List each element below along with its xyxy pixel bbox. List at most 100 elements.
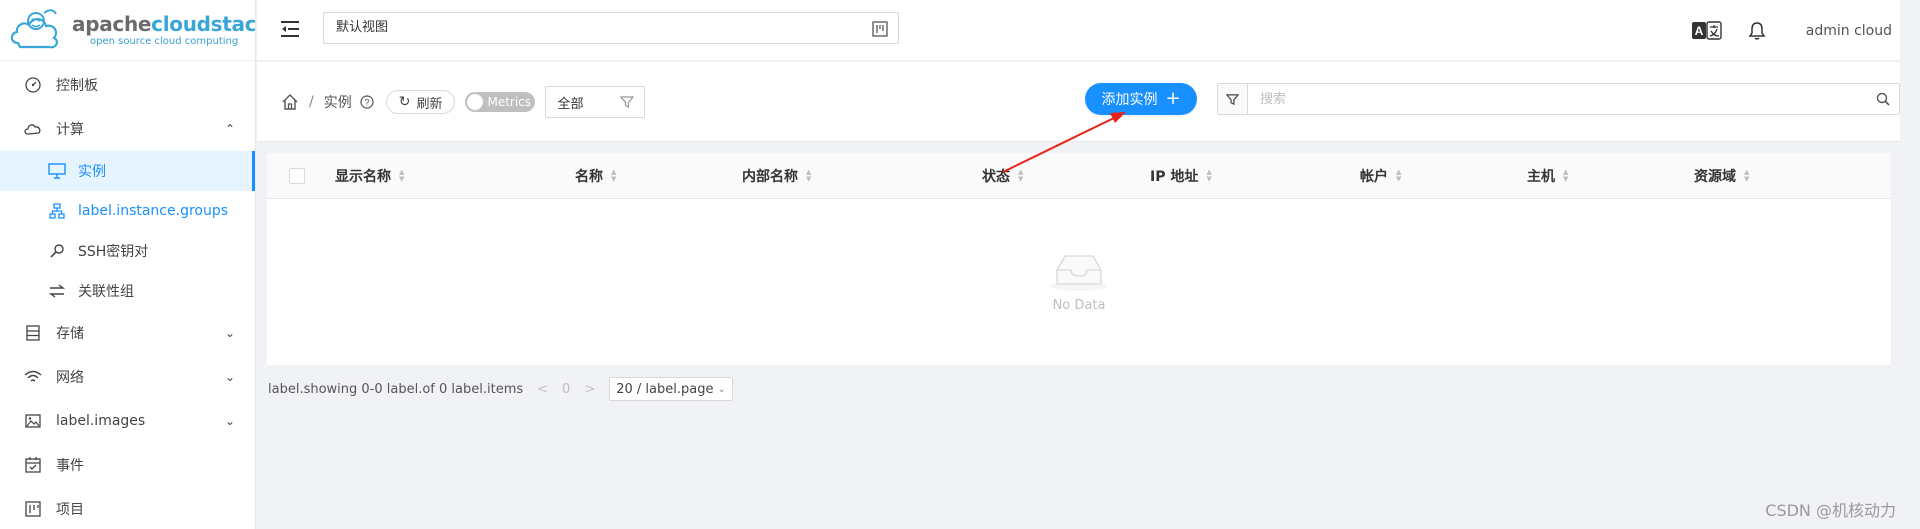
sidebar-item-compute[interactable]: 计算 ⌃ [0, 107, 255, 151]
sidebar-item-label: 实例 [78, 164, 106, 180]
chevron-down-icon: ⌄ [717, 383, 726, 395]
sidebar-item-ssh-keypairs[interactable]: SSH密钥对 [0, 231, 255, 271]
top-header: 默认视图 A admin cloud [257, 0, 1900, 61]
page-size-value: 20 / label.page [616, 381, 714, 397]
sidebar-item-label: 项目 [56, 502, 84, 518]
search-button[interactable] [1867, 84, 1899, 114]
search-icon [1876, 92, 1890, 106]
sidebar-item-images[interactable]: label.images ⌄ [0, 399, 255, 443]
sidebar-item-label: 关联性组 [78, 284, 134, 300]
filter-icon [620, 96, 635, 108]
search-input[interactable] [1248, 84, 1867, 114]
filter-icon [1226, 93, 1239, 105]
column-header-ip-address[interactable]: IP 地址 ▲ ▼ [1150, 153, 1212, 199]
sort-icon: ▲ ▼ [399, 168, 405, 183]
sidebar: apachecloudstack open source cloud compu… [0, 0, 256, 529]
empty-inbox-icon [1051, 254, 1107, 291]
sidebar-item-instances[interactable]: 实例 [0, 151, 255, 191]
sidebar-item-label: 事件 [56, 458, 84, 474]
column-header-state[interactable]: 状态 ▲ ▼ [982, 153, 1023, 199]
breadcrumb: / 实例 ? ↻ 刷新 Metrics 全部 [281, 86, 646, 118]
page-size-select[interactable]: 20 / label.page ⌄ [609, 377, 733, 401]
instances-table: 显示名称 ▲ ▼ 名称 ▲ ▼ 内部名称 ▲ ▼ 状态 ▲ ▼ IP 地址 ▲ ▼ 帐户 ▲ ▼ 主机 ▲… [267, 153, 1891, 365]
select-all-checkbox[interactable] [289, 168, 305, 184]
refresh-button[interactable]: ↻ 刷新 [385, 90, 456, 114]
sidebar-item-label: 控制板 [56, 78, 98, 94]
svg-text:?: ? [364, 98, 369, 108]
column-header-name[interactable]: 名称 ▲ ▼ [575, 153, 616, 199]
table-header: 显示名称 ▲ ▼ 名称 ▲ ▼ 内部名称 ▲ ▼ 状态 ▲ ▼ IP 地址 ▲ ▼ 帐户 ▲ ▼ 主机 ▲… [267, 153, 1891, 199]
sidebar-item-label: label.instance.groups [78, 203, 229, 219]
schedule-icon [24, 456, 42, 474]
bell-icon[interactable] [1748, 21, 1766, 41]
metrics-toggle[interactable]: Metrics [465, 92, 536, 112]
brand-name: apachecloudstack [72, 11, 256, 36]
column-header-host[interactable]: 主机 ▲ ▼ [1527, 153, 1568, 199]
sidebar-item-projects[interactable]: 项目 [0, 487, 255, 529]
current-page[interactable]: 0 [562, 382, 570, 397]
column-label: IP 地址 [1150, 169, 1199, 185]
user-menu[interactable]: admin cloud [1806, 23, 1892, 39]
menu-fold-icon[interactable] [279, 18, 301, 40]
sidebar-item-network[interactable]: 网络 ⌄ [0, 355, 255, 399]
sidebar-item-label: label.images [56, 413, 146, 429]
view-select[interactable]: 默认视图 [323, 12, 899, 44]
cluster-icon [48, 202, 66, 220]
sidebar-item-dashboard[interactable]: 控制板 [0, 63, 255, 107]
cloudstack-monkey-logo-icon [10, 9, 58, 49]
translate-icon[interactable]: A [1691, 20, 1722, 41]
swap-icon [48, 282, 66, 300]
sort-icon: ▲ ▼ [1396, 168, 1402, 183]
plus-icon: + [1165, 88, 1181, 109]
chevron-down-icon: ⌄ [224, 370, 235, 384]
column-label: 主机 [1527, 169, 1555, 185]
svg-text:A: A [1694, 24, 1703, 38]
pagination-summary: label.showing 0-0 label.of 0 label.items [268, 381, 524, 397]
chevron-down-icon: ⌄ [224, 414, 235, 428]
key-icon [48, 242, 66, 260]
sidebar-menu: 控制板 计算 ⌃ 实例 label.instance.groups SSH密钥对… [0, 61, 255, 529]
prev-page-icon[interactable]: < [537, 382, 548, 397]
sidebar-item-label: 存储 [56, 326, 84, 342]
brand-logo[interactable]: apachecloudstack open source cloud compu… [0, 0, 255, 61]
empty-text: No Data [1052, 297, 1106, 313]
sidebar-item-storage[interactable]: 存储 ⌄ [0, 311, 255, 355]
pagination: label.showing 0-0 label.of 0 label.items… [268, 377, 733, 401]
sort-icon: ▲ ▼ [1744, 168, 1750, 183]
sort-icon: ▲ ▼ [1563, 168, 1569, 183]
search-filter-button[interactable] [1218, 84, 1248, 114]
add-instance-label: 添加实例 [1101, 92, 1158, 108]
reload-icon: ↻ [398, 94, 411, 110]
sort-icon: ▲ ▼ [1018, 168, 1024, 183]
question-circle-icon[interactable]: ? [360, 95, 374, 109]
wifi-icon [24, 368, 42, 386]
filter-select-value: 全部 [557, 96, 584, 112]
dashboard-icon [24, 76, 42, 94]
view-select-value: 默认视图 [336, 20, 389, 35]
refresh-label: 刷新 [416, 96, 443, 112]
column-label: 名称 [575, 169, 603, 185]
project-icon [24, 500, 42, 518]
column-header-display-name[interactable]: 显示名称 ▲ ▼ [335, 153, 404, 199]
column-header-account[interactable]: 帐户 ▲ ▼ [1360, 153, 1401, 199]
sort-icon: ▲ ▼ [1206, 168, 1212, 183]
sidebar-item-affinity-groups[interactable]: 关联性组 [0, 271, 255, 311]
filter-select[interactable]: 全部 [545, 86, 646, 118]
column-label: 资源域 [1694, 169, 1736, 185]
toggle-knob [467, 94, 484, 110]
database-icon [24, 324, 42, 342]
sidebar-item-label: SSH密钥对 [78, 244, 149, 260]
brand-tagline: open source cloud computing [90, 35, 239, 47]
breadcrumb-separator: / [309, 94, 314, 110]
column-label: 内部名称 [742, 169, 798, 185]
column-label: 状态 [982, 169, 1010, 185]
sidebar-item-events[interactable]: 事件 [0, 443, 255, 487]
project-board-icon [872, 21, 888, 37]
sidebar-item-instance-groups[interactable]: label.instance.groups [0, 191, 255, 231]
picture-icon [24, 412, 42, 430]
add-instance-button[interactable]: 添加实例 + [1085, 83, 1197, 115]
home-icon[interactable] [281, 93, 299, 111]
next-page-icon[interactable]: > [584, 382, 595, 397]
column-header-zone[interactable]: 资源域 ▲ ▼ [1694, 153, 1749, 199]
column-header-internal-name[interactable]: 内部名称 ▲ ▼ [742, 153, 811, 199]
